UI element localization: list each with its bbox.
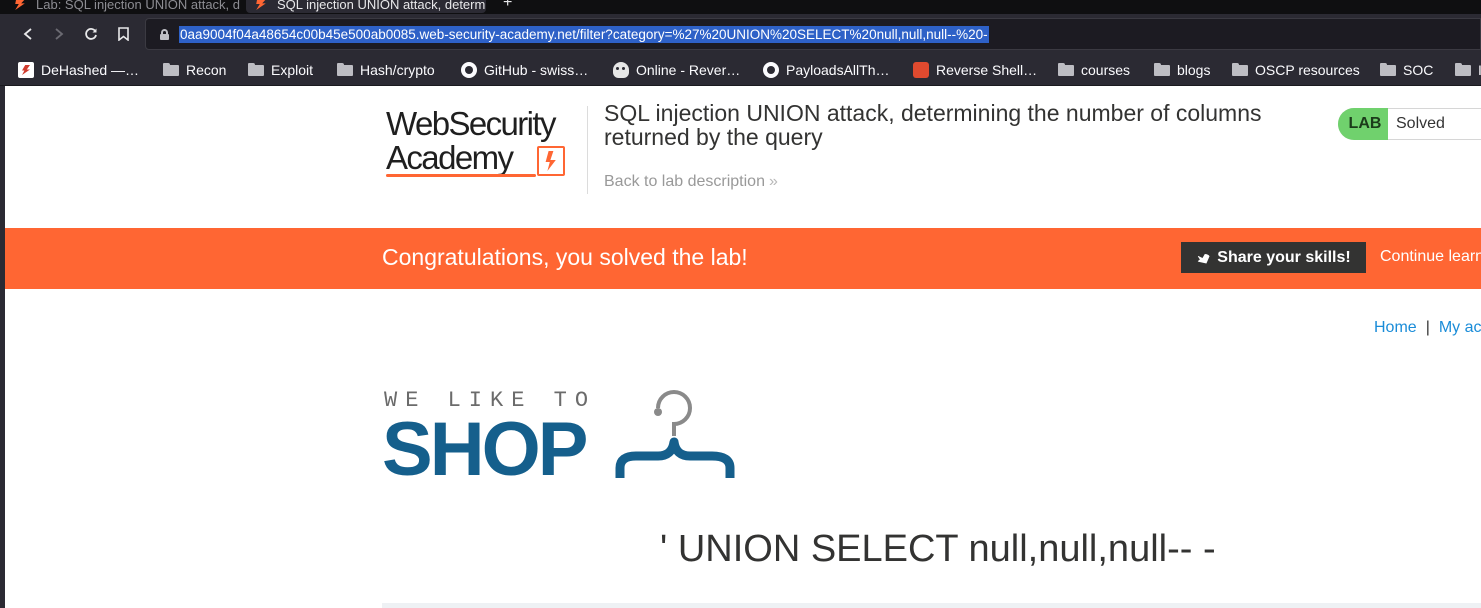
bookmark-label: courses [1081,62,1131,78]
new-tab-button[interactable]: + [503,0,512,12]
forward-arrow-icon [55,28,64,40]
home-link[interactable]: Home [1374,319,1417,336]
browser-tab-2-active[interactable]: SQL injection UNION attack, determining… [246,0,486,13]
back-to-lab-description-link[interactable]: Back to lab description» [604,173,778,191]
portswigger-favicon-icon [256,0,267,10]
tab-strip: Lab: SQL injection UNION attack, determi… [0,0,1481,14]
product-list-top [382,603,1481,608]
double-chevron-right-icon: » [768,173,778,190]
folder-icon [1455,62,1471,78]
bookmarks-toolbar: DeHashed —… Recon Exploit Hash/crypto Gi… [0,54,1481,86]
folder-icon [337,62,353,78]
back-button[interactable] [16,22,40,46]
bookmark-folder-recon[interactable]: Recon [163,59,226,81]
lab-title: SQL injection UNION attack, determining … [604,100,1262,150]
hanger-icon [615,390,735,478]
bookmark-online-reverse[interactable]: Online - Rever… [613,59,740,81]
address-bar[interactable]: 0aa9004f04a48654c00b45e500ab0085.web-sec… [145,18,1481,50]
lightning-bolt-icon [537,146,565,176]
reverse-shell-icon [913,62,929,78]
folder-icon [1154,62,1170,78]
bookmark-github-swiss[interactable]: GitHub - swiss… [461,59,588,81]
bookmark-label: GitHub - swiss… [484,62,589,78]
lab-solved-banner: Congratulations, you solved the lab! Sha… [5,228,1481,289]
back-link-label: Back to lab description [604,173,765,190]
bookmark-label: PayloadsAllTh… [786,62,890,78]
congratulations-message: Congratulations, you solved the lab! [382,244,748,270]
bookmark-folder-blogs[interactable]: blogs [1154,59,1210,81]
bookmark-label: Recon [186,62,227,78]
folder-icon [248,62,264,78]
bookmark-label: Reverse Shell… [936,62,1038,78]
bookmark-folder-i[interactable]: I [1455,59,1481,81]
bookmark-folder-exploit[interactable]: Exploit [248,59,313,81]
bookmark-page-button[interactable] [111,22,135,46]
github-icon [461,62,477,78]
bookmark-label: SOC [1403,62,1434,78]
logo-underline [386,174,536,177]
my-account-link[interactable]: My account [1439,319,1481,336]
folder-icon [1232,62,1248,78]
bookmark-label: OSCP resources [1255,62,1360,78]
folder-icon [163,62,179,78]
bookmark-label: Hash/crypto [360,62,435,78]
bookmark-label: blogs [1177,62,1211,78]
tab-title: Lab: SQL injection UNION attack, determi… [36,0,240,12]
reload-icon [85,28,97,40]
bookmark-payloadsallthethings[interactable]: PayloadsAllTh… [763,59,890,81]
search-results-heading: ' UNION SELECT null,null,null-- - [660,528,1216,570]
nav-separator: | [1425,319,1430,336]
forward-button[interactable] [47,22,71,46]
bookmark-folder-hash-crypto[interactable]: Hash/crypto [337,59,435,81]
bookmark-label: Online - Rever… [636,62,741,78]
dehashed-icon [18,62,34,78]
lab-badge: LAB [1338,108,1388,140]
share-skills-button[interactable]: Share your skills! [1181,242,1366,273]
bookmark-folder-oscp[interactable]: OSCP resources [1232,59,1360,81]
window-edge [0,86,5,608]
bookmark-reverse-shell[interactable]: Reverse Shell… [913,59,1037,81]
folder-icon [1058,62,1074,78]
header-divider [587,106,588,194]
logo-line-1: WebSecurity [386,105,556,142]
bookmark-icon [117,27,129,41]
shop-word: SHOP [382,407,588,492]
folder-icon [1380,62,1396,78]
bookmark-label: DeHashed —… [41,62,140,78]
share-label: Share your skills! [1217,248,1351,266]
continue-learning-link[interactable]: Continue learning [1380,248,1481,266]
lock-icon [160,29,169,40]
reload-button[interactable] [79,22,103,46]
bookmark-folder-soc[interactable]: SOC [1380,59,1433,81]
browser-tab-1[interactable]: Lab: SQL injection UNION attack, determi… [14,0,240,13]
logo-line-2: Academy [386,139,514,176]
bookmark-folder-courses[interactable]: courses [1058,59,1130,81]
navigation-toolbar: 0aa9004f04a48654c00b45e500ab0085.web-sec… [0,14,1481,54]
bookmark-label: Exploit [271,62,314,78]
portswigger-favicon-icon [15,0,26,10]
twitter-icon [1196,252,1211,264]
lab-status-widget: LAB Solved [1338,108,1481,140]
back-arrow-icon [23,28,32,40]
github-icon [763,62,779,78]
we-like-to-shop-logo: WE LIKE TO SHOP [382,388,742,492]
shop-top-nav: Home | My account [1374,319,1481,337]
url-text[interactable]: 0aa9004f04a48654c00b45e500ab0085.web-sec… [179,26,989,43]
lab-status-text: Solved [1396,115,1445,132]
bookmark-dehashed[interactable]: DeHashed —… [18,59,139,81]
web-security-academy-logo[interactable]: WebSecurity Academy [386,106,586,180]
skull-icon [613,62,629,78]
tab-title: SQL injection UNION attack, determining… [277,0,486,12]
